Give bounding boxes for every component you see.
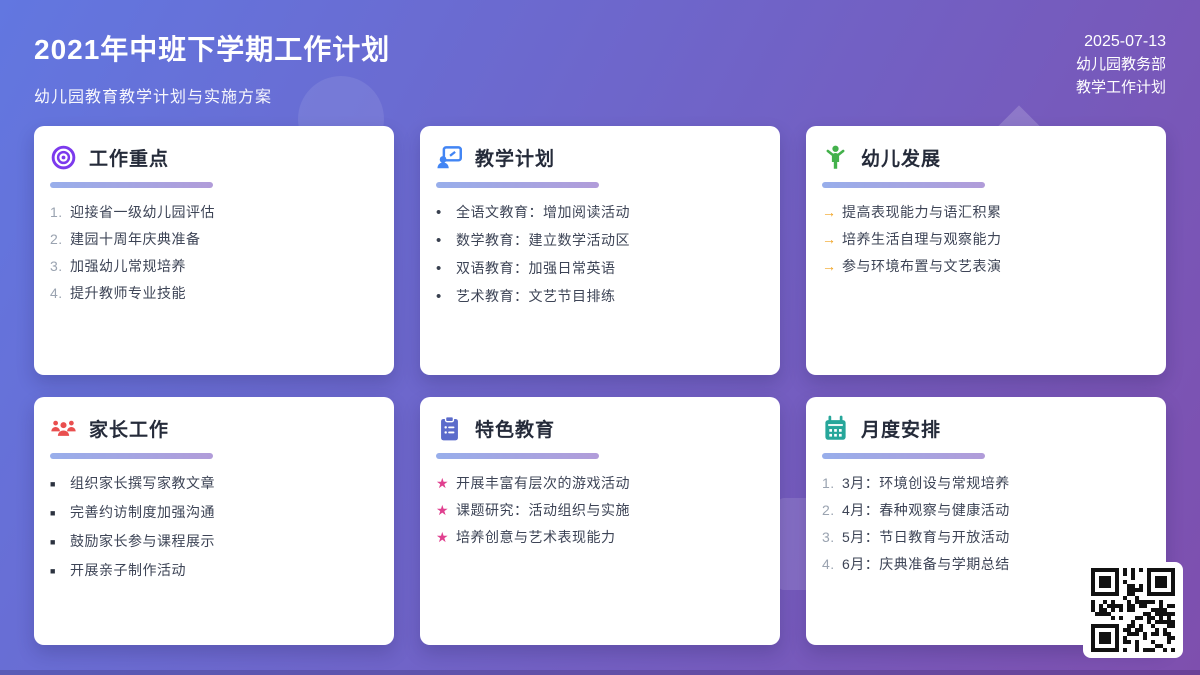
header: 2021年中班下学期工作计划 幼儿园教育教学计划与实施方案 (34, 28, 390, 107)
list-item: 数学教育：建立数学活动区 (436, 233, 764, 248)
people-icon (50, 415, 77, 442)
list-item: 参与环境布置与文艺表演 (822, 259, 1150, 273)
list-item: 鼓励家长参与课程展示 (50, 534, 378, 550)
list-item: 迎接省一级幼儿园评估 (50, 205, 378, 219)
dot-marker (436, 290, 456, 304)
clipboard-icon (436, 415, 463, 442)
title-underline (822, 182, 985, 188)
qr-code (1083, 562, 1183, 658)
list-item: 提高表现能力与语汇积累 (822, 205, 1150, 219)
list-item: 艺术教育：文艺节目排练 (436, 289, 764, 304)
card-teaching-plan: 教学计划 全语文教育：增加阅读活动 数学教育：建立数学活动区 双语教育：加强日常… (420, 126, 780, 375)
target-icon (50, 144, 77, 171)
title-underline (436, 453, 599, 459)
number-marker (822, 476, 842, 490)
dot-marker (436, 234, 456, 248)
square-marker (50, 506, 70, 520)
number-marker (50, 205, 70, 219)
arrow-marker (822, 205, 842, 219)
list-item: 双语教育：加强日常英语 (436, 261, 764, 276)
header-doc-type: 教学工作计划 (1075, 79, 1166, 96)
header-department: 幼儿园教务部 (1075, 56, 1166, 73)
number-marker (822, 503, 842, 517)
card-title: 月度安排 (861, 420, 942, 441)
title-underline (436, 182, 599, 188)
square-marker (50, 535, 70, 549)
card-title: 幼儿发展 (861, 149, 942, 170)
list-item: 课题研究：活动组织与实施 (436, 503, 764, 517)
list-item: 完善约访制度加强沟通 (50, 505, 378, 521)
footer-strip (0, 670, 1200, 675)
star-marker (436, 476, 456, 490)
number-marker (50, 286, 70, 300)
card-title: 家长工作 (89, 420, 170, 441)
list-item: 加强幼儿常规培养 (50, 259, 378, 273)
header-meta: 2025-07-13 幼儿园教务部 教学工作计划 (1076, 30, 1166, 99)
arrow-marker (822, 232, 842, 246)
card-title: 工作重点 (89, 149, 170, 170)
card-title: 特色教育 (475, 420, 556, 441)
page-title: 2021年中班下学期工作计划 (34, 34, 391, 65)
card-parent-work: 家长工作 组织家长撰写家教文章 完善约访制度加强沟通 鼓励家长参与课程展示 开展… (34, 397, 394, 645)
dot-marker (436, 206, 456, 220)
list-item: 提升教师专业技能 (50, 286, 378, 300)
card-special-education: 特色教育 开展丰富有层次的游戏活动 课题研究：活动组织与实施 培养创意与艺术表现… (420, 397, 780, 645)
square-marker (50, 564, 70, 578)
calendar-icon (822, 415, 849, 442)
list-item: 全语文教育：增加阅读活动 (436, 205, 764, 220)
header-date: 2025-07-13 (1084, 33, 1166, 50)
list-item: 组织家长撰写家教文章 (50, 476, 378, 492)
square-marker (50, 477, 70, 491)
card-work-focus: 工作重点 迎接省一级幼儿园评估 建园十周年庆典准备 加强幼儿常规培养 提升教师专… (34, 126, 394, 375)
card-title: 教学计划 (475, 149, 556, 170)
presenter-icon (436, 144, 463, 171)
list-item: 4月：春种观察与健康活动 (822, 503, 1150, 517)
list-item: 开展亲子制作活动 (50, 563, 378, 579)
dot-marker (436, 262, 456, 276)
card-child-development: 幼儿发展 提高表现能力与语汇积累 培养生活自理与观察能力 参与环境布置与文艺表演 (806, 126, 1166, 375)
title-underline (50, 182, 213, 188)
title-underline (822, 453, 985, 459)
number-marker (822, 530, 842, 544)
list-item: 3月：环境创设与常规培养 (822, 476, 1150, 490)
number-marker (50, 259, 70, 273)
list-item: 开展丰富有层次的游戏活动 (436, 476, 764, 490)
title-underline (50, 453, 213, 459)
number-marker (50, 232, 70, 246)
page-subtitle: 幼儿园教育教学计划与实施方案 (34, 89, 273, 106)
cards-grid: 工作重点 迎接省一级幼儿园评估 建园十周年庆典准备 加强幼儿常规培养 提升教师专… (34, 126, 1166, 645)
star-marker (436, 503, 456, 517)
list-item: 培养生活自理与观察能力 (822, 232, 1150, 246)
list-item: 建园十周年庆典准备 (50, 232, 378, 246)
child-icon (822, 144, 849, 171)
list-item: 培养创意与艺术表现能力 (436, 530, 764, 544)
list-item: 5月：节日教育与开放活动 (822, 530, 1150, 544)
number-marker (822, 557, 842, 571)
arrow-marker (822, 259, 842, 273)
star-marker (436, 530, 456, 544)
qr-code-canvas (1091, 568, 1175, 652)
